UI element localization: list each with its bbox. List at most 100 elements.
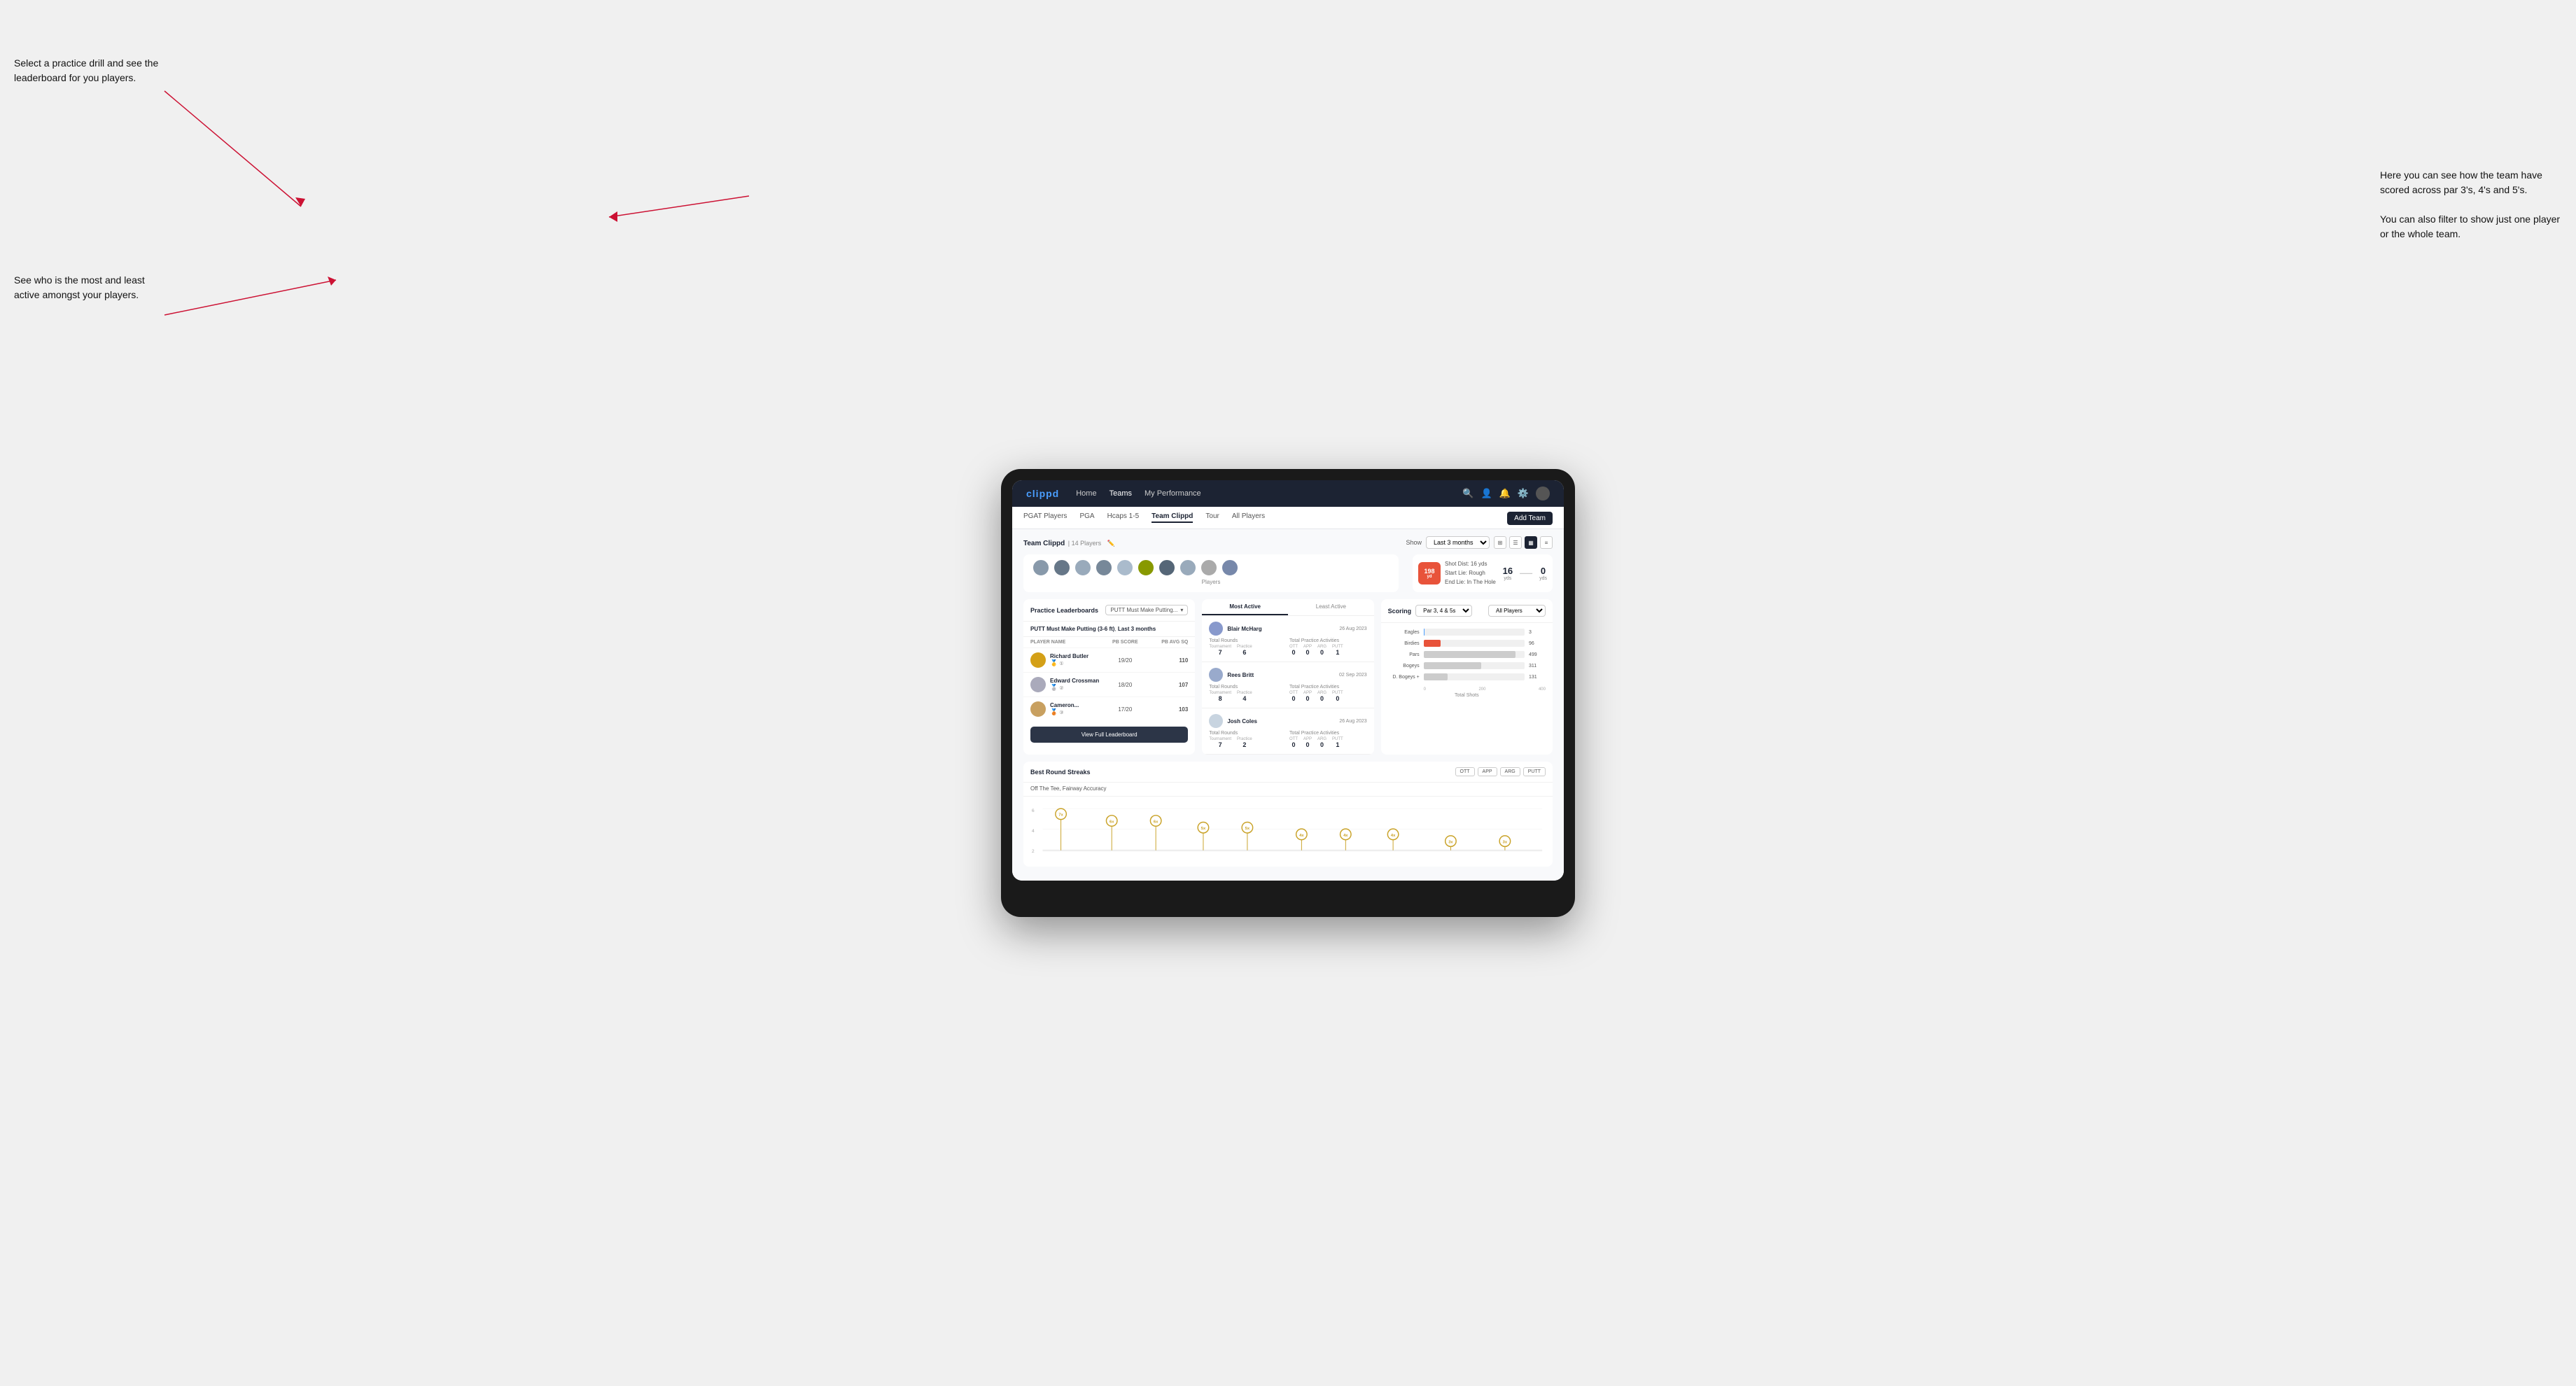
user-icon[interactable]: 👤 — [1480, 488, 1492, 499]
shot-dist-badge: 198 yd — [1418, 562, 1441, 584]
scoring-player-filter[interactable]: All Players — [1488, 605, 1546, 617]
sub-nav-tour[interactable]: Tour — [1205, 512, 1219, 523]
edit-icon[interactable]: ✏️ — [1107, 540, 1115, 547]
main-grid: Practice Leaderboards PUTT Must Make Put… — [1023, 599, 1553, 755]
scoring-par-filter[interactable]: Par 3, 4 & 5s — [1415, 605, 1472, 617]
period-select[interactable]: Last 3 months — [1426, 536, 1490, 549]
team-name: Team Clippd — [1023, 540, 1065, 547]
player-avatar-9[interactable] — [1200, 559, 1218, 577]
lb-player-3: Cameron... 🥉 ③ — [1030, 701, 1104, 717]
view-full-leaderboard-button[interactable]: View Full Leaderboard — [1030, 727, 1188, 743]
leaderboard-filter[interactable]: PUTT Must Make Putting... ▾ — [1105, 605, 1188, 615]
lb-sq-2: 107 — [1146, 682, 1188, 688]
list-view-btn[interactable]: ☰ — [1509, 536, 1522, 549]
ott-num-1: 0 — [1292, 649, 1295, 656]
active-name-3: Josh Coles — [1227, 718, 1257, 724]
total-practice-group-3: Total Practice Activities OTT 0 APP — [1289, 731, 1367, 748]
practice-leaderboards-panel: Practice Leaderboards PUTT Must Make Put… — [1023, 599, 1195, 755]
arg-col-3: ARG 0 — [1317, 737, 1326, 748]
tab-most-active[interactable]: Most Active — [1202, 599, 1288, 615]
active-stats-3: Total Rounds Tournament 7 Practice — [1209, 731, 1366, 748]
total-rounds-vals-3: Tournament 7 Practice 2 — [1209, 737, 1287, 748]
table-row[interactable]: Edward Crossman 🥈 ② 18/20 107 — [1023, 672, 1195, 696]
total-rounds-label-2: Total Rounds — [1209, 685, 1287, 690]
table-row[interactable]: Richard Butler 🥇 ① 19/20 110 — [1023, 648, 1195, 672]
leaderboard-title: Practice Leaderboards — [1030, 607, 1098, 614]
nav-performance[interactable]: My Performance — [1144, 489, 1201, 498]
nav-teams[interactable]: Teams — [1110, 489, 1132, 498]
player-avatar-8[interactable] — [1179, 559, 1197, 577]
tournament-num-3: 7 — [1219, 741, 1222, 748]
active-player-2-header: Rees Britt 02 Sep 2023 — [1209, 668, 1366, 682]
streaks-filter-ott[interactable]: OTT — [1455, 767, 1475, 776]
card-view-btn[interactable]: ▦ — [1525, 536, 1537, 549]
streaks-title: Best Round Streaks — [1030, 769, 1091, 776]
player-avatar-3[interactable] — [1074, 559, 1092, 577]
shot-details: Shot Dist: 16 yds Start Lie: Rough End L… — [1445, 560, 1499, 587]
streaks-filter-app[interactable]: APP — [1478, 767, 1497, 776]
player-avatar-4[interactable] — [1095, 559, 1113, 577]
bell-icon[interactable]: 🔔 — [1499, 488, 1511, 499]
total-practice-vals-2: OTT 0 APP 0 ARG — [1289, 691, 1367, 702]
svg-text:4x: 4x — [1299, 834, 1304, 838]
add-team-button[interactable]: Add Team — [1507, 512, 1553, 525]
table-row[interactable]: Cameron... 🥉 ③ 17/20 103 — [1023, 696, 1195, 721]
shot-val-2: 0 — [1541, 566, 1546, 576]
arg-num-1: 0 — [1320, 649, 1324, 656]
user-avatar[interactable] — [1536, 486, 1550, 500]
annotation-right: Here you can see how the team have score… — [2380, 168, 2562, 241]
sub-nav-hcaps[interactable]: Hcaps 1-5 — [1107, 512, 1140, 523]
sub-nav-pgat[interactable]: PGAT Players — [1023, 512, 1067, 523]
scoring-title: Scoring — [1388, 608, 1412, 615]
bar-track-eagles — [1424, 629, 1525, 636]
player-avatar-10[interactable] — [1221, 559, 1239, 577]
ott-col-2: OTT 0 — [1289, 691, 1298, 702]
tab-least-active[interactable]: Least Active — [1288, 599, 1374, 615]
player-avatar-6[interactable] — [1137, 559, 1155, 577]
streaks-svg: 6 4 2 7x — [1030, 801, 1546, 864]
team-header: Team Clippd | 14 Players ✏️ Show Last 3 … — [1023, 536, 1553, 549]
settings-icon[interactable]: ⚙️ — [1518, 488, 1529, 499]
arg-col-1: ARG 0 — [1317, 645, 1326, 656]
app-num-3: 0 — [1306, 741, 1309, 748]
svg-text:2: 2 — [1032, 849, 1035, 854]
players-card: Players — [1023, 554, 1399, 592]
svg-text:5x: 5x — [1201, 827, 1206, 832]
practice-num-2: 4 — [1242, 695, 1246, 702]
player-avatar-1[interactable] — [1032, 559, 1050, 577]
total-rounds-group-1: Total Rounds Tournament 7 Practice — [1209, 638, 1287, 656]
practice-col-3: Practice 2 — [1237, 737, 1252, 748]
search-icon[interactable]: 🔍 — [1462, 488, 1474, 499]
player-avatar-7[interactable] — [1158, 559, 1176, 577]
bar-fill-pars — [1424, 651, 1516, 658]
view-icons: ⊞ ☰ ▦ ≡ — [1494, 536, 1553, 549]
total-rounds-label-3: Total Rounds — [1209, 731, 1287, 736]
axis-400: 400 — [1539, 687, 1546, 692]
nav-home[interactable]: Home — [1076, 489, 1096, 498]
filter-view-btn[interactable]: ≡ — [1540, 536, 1553, 549]
sub-nav-all-players[interactable]: All Players — [1232, 512, 1265, 523]
streaks-filter-arg[interactable]: ARG — [1500, 767, 1520, 776]
lb-player-2: Edward Crossman 🥈 ② — [1030, 677, 1104, 692]
svg-text:6x: 6x — [1110, 820, 1114, 825]
player-avatar-5[interactable] — [1116, 559, 1134, 577]
bar-val-bogeys: 311 — [1529, 664, 1546, 668]
sub-nav-pga[interactable]: PGA — [1079, 512, 1094, 523]
putt-col-1: PUTT 1 — [1332, 645, 1343, 656]
lb-sq-1: 110 — [1146, 657, 1188, 664]
active-name-1: Blair McHarg — [1227, 626, 1261, 632]
lb-rank-3: ③ — [1059, 710, 1063, 715]
grid-view-btn[interactable]: ⊞ — [1494, 536, 1506, 549]
tournament-num-2: 8 — [1219, 695, 1222, 702]
lb-avatar-2 — [1030, 677, 1046, 692]
arg-col-2: ARG 0 — [1317, 691, 1326, 702]
streaks-filter-putt[interactable]: PUTT — [1523, 767, 1546, 776]
player-avatar-2[interactable] — [1053, 559, 1071, 577]
scoring-header: Scoring Par 3, 4 & 5s All Players — [1381, 599, 1553, 623]
show-control: Show Last 3 months ⊞ ☰ ▦ ≡ — [1406, 536, 1553, 549]
streaks-sub: Off The Tee, Fairway Accuracy — [1023, 783, 1553, 797]
lb-score-1: 19/20 — [1104, 657, 1146, 664]
shot-info-card: 198 yd Shot Dist: 16 yds Start Lie: Roug… — [1413, 554, 1553, 592]
lb-medal-2: 🥈 — [1050, 684, 1058, 692]
sub-nav-team-clippd[interactable]: Team Clippd — [1152, 512, 1193, 523]
